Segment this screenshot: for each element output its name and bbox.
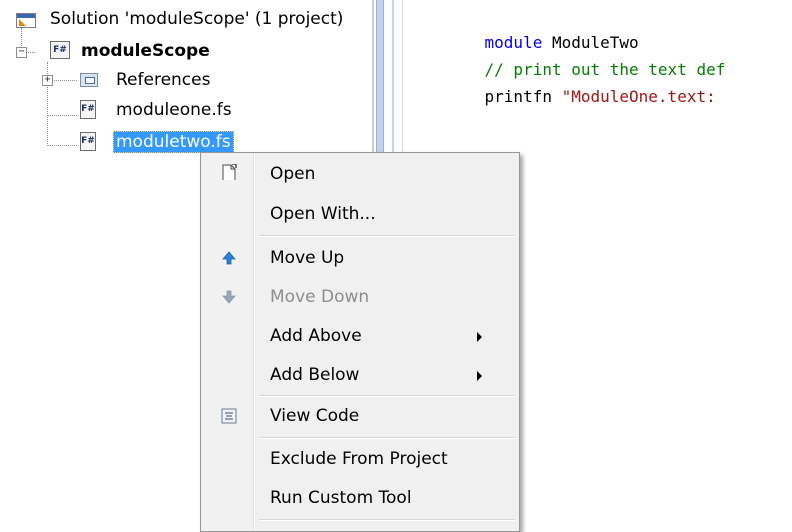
tree-item-label: References [116,70,211,90]
menu-item-exclude-from-project[interactable]: Exclude From Project [203,440,515,478]
code-line: printfn "ModuleOne.text: [446,59,716,106]
menu-item-label: Open With... [270,204,376,224]
arrow-down-icon [222,290,236,304]
menu-item-label: Move Down [270,287,370,307]
view-code-icon [221,408,237,424]
menu-item-label: View Code [270,406,360,426]
fsharp-project-icon: F# [50,41,70,59]
menu-item-move-down[interactable]: Move Down [203,278,515,316]
references-icon [80,73,98,87]
menu-item-label: Run Custom Tool [270,488,412,508]
menu-item-label: Add Below [270,365,360,385]
menu-item-view-code[interactable]: View Code [203,397,515,435]
project-label: moduleScope [81,41,210,61]
menu-item-run-custom-tool[interactable]: Run Custom Tool [203,479,515,517]
expand-icon[interactable]: + [42,75,53,86]
tree-item-label: moduletwo.fs [113,131,234,153]
menu-separator [259,519,515,521]
tree-item-moduleone[interactable]: moduleone.fs [116,97,232,123]
code-line: // print out the text def [446,32,726,79]
menu-item-label: Add Above [270,326,362,346]
code-string: "ModuleOne.text: [561,87,716,106]
arrow-up-icon [222,251,236,265]
code-text: printfn [484,87,562,106]
code-line: module ModuleTwo [446,5,639,52]
menu-item-add-below[interactable]: Add Below [203,356,515,394]
menu-separator [259,437,515,439]
tree-line [47,115,77,116]
project-node[interactable]: moduleScope [81,38,210,64]
menu-item-add-above[interactable]: Add Above [203,317,515,355]
menu-item-label: Open [270,164,316,184]
fsharp-file-icon: F# [80,132,96,151]
menu-item-label: Exclude From Project [270,449,448,469]
menu-separator [259,235,515,237]
pane-divider [392,0,394,162]
tree-item-references[interactable]: References [116,67,210,93]
context-menu: Open Open With... Move Up Move Down Add … [200,152,520,532]
solution-icon [16,13,36,28]
menu-item-open[interactable]: Open [203,155,515,193]
menu-item-label: Move Up [270,248,345,268]
editor-margin [402,0,423,162]
tree-item-label: moduleone.fs [116,100,232,120]
fsharp-file-icon: F# [80,100,96,119]
menu-item-move-up[interactable]: Move Up [203,239,515,277]
tree-line [47,145,77,146]
submenu-arrow-icon [477,371,482,381]
solution-node[interactable]: Solution 'moduleScope' (1 project) [50,6,343,32]
menu-item-open-with[interactable]: Open With... [203,195,515,233]
solution-label: Solution 'moduleScope' (1 project) [50,9,344,29]
open-document-icon [222,164,237,180]
collapse-icon[interactable]: − [16,47,27,58]
submenu-arrow-icon [477,332,482,342]
